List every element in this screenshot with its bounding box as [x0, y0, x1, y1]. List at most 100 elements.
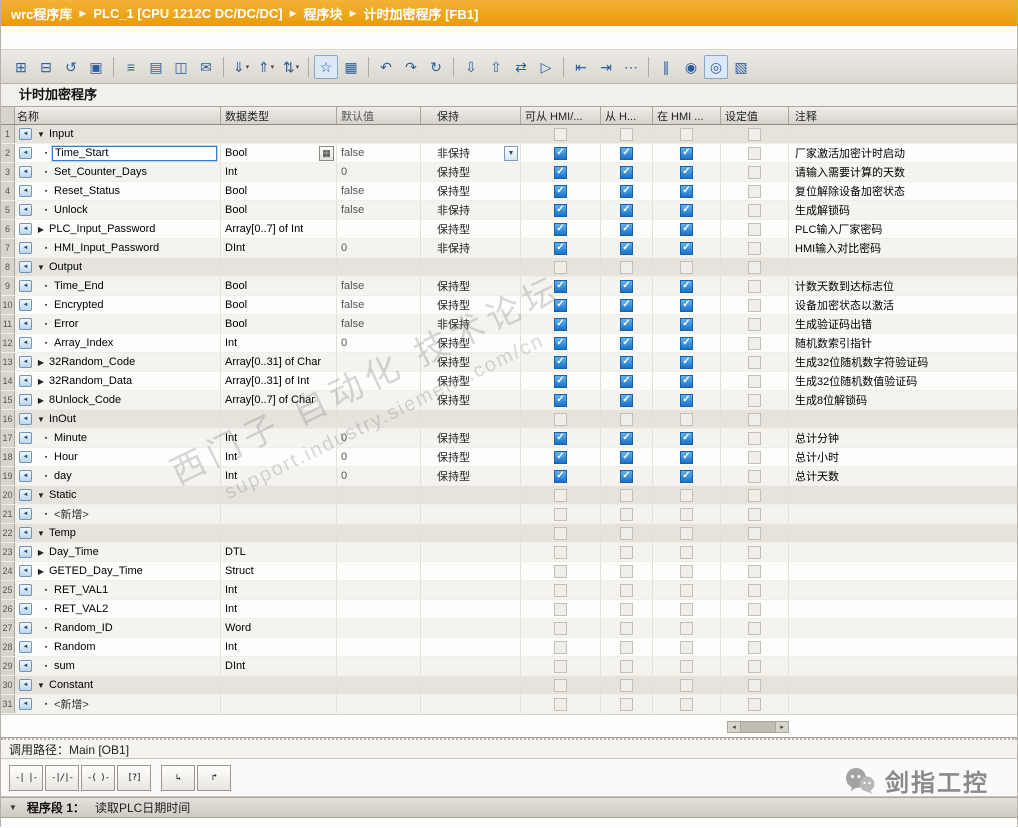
- table-row[interactable]: 18◄▪HourInt0保持型✓✓✓总计小时: [1, 448, 1017, 467]
- comment-cell[interactable]: [789, 676, 1017, 694]
- table-row[interactable]: 8◄▼Output: [1, 258, 1017, 277]
- column-header-setpoint[interactable]: 设定值: [721, 107, 789, 124]
- name-cell[interactable]: ◄▶GETED_Day_Time: [15, 562, 221, 580]
- comment-cell[interactable]: 总计天数: [789, 467, 1017, 485]
- sync-time-button[interactable]: ↻: [424, 55, 448, 79]
- retain-cell[interactable]: 保持型: [421, 353, 521, 371]
- comment-cell[interactable]: [789, 543, 1017, 561]
- variable-name[interactable]: 8Unlock_Code: [47, 394, 121, 406]
- variable-name[interactable]: Array_Index: [52, 337, 113, 349]
- data-type-cell[interactable]: DTL: [221, 543, 337, 561]
- retain-cell[interactable]: 保持型: [421, 182, 521, 200]
- default-value-cell[interactable]: [337, 391, 421, 409]
- retain-cell[interactable]: 非保持▼: [421, 144, 521, 162]
- data-type-cell[interactable]: Array[0..31] of Int: [221, 372, 337, 390]
- checkbox-hmi-writable[interactable]: ✓: [620, 337, 633, 350]
- retain-cell[interactable]: [421, 505, 521, 523]
- retain-cell[interactable]: 保持型: [421, 220, 521, 238]
- default-value-cell[interactable]: [337, 505, 421, 523]
- table-row[interactable]: 5◄▪UnlockBoolfalse非保持✓✓✓生成解锁码: [1, 201, 1017, 220]
- table-row[interactable]: 20◄▼Static: [1, 486, 1017, 505]
- expand-arrow-icon[interactable]: ▶: [35, 377, 47, 386]
- default-value-cell[interactable]: [337, 676, 421, 694]
- comment-cell[interactable]: [789, 562, 1017, 580]
- column-header-hmi-visible[interactable]: 在 HMI ...: [653, 107, 721, 124]
- retain-cell[interactable]: [421, 410, 521, 428]
- start-simulation-button[interactable]: ▷: [534, 55, 558, 79]
- data-type-cell[interactable]: DInt: [221, 239, 337, 257]
- go-to-previous-button[interactable]: ↶: [374, 55, 398, 79]
- variable-name[interactable]: Unlock: [52, 204, 88, 216]
- data-type-cell[interactable]: Int: [221, 581, 337, 599]
- data-type-cell[interactable]: [221, 505, 337, 523]
- name-cell[interactable]: ◄▶PLC_Input_Password: [15, 220, 221, 238]
- table-row[interactable]: 3◄▪Set_Counter_DaysInt0保持型✓✓✓请输入需要计算的天数: [1, 163, 1017, 182]
- breadcrumb-item-block[interactable]: 计时加密程序 [FB1]: [363, 4, 478, 23]
- collapse-arrow-icon[interactable]: ▼: [35, 415, 47, 424]
- table-row[interactable]: 28◄▪RandomInt: [1, 638, 1017, 657]
- reset-start-values-button[interactable]: ↺: [59, 55, 83, 79]
- variable-name[interactable]: InOut: [47, 413, 76, 425]
- checkbox-hmi-writable[interactable]: ✓: [620, 147, 633, 160]
- retain-cell[interactable]: 保持型: [421, 334, 521, 352]
- variable-name[interactable]: Error: [52, 318, 78, 330]
- checkbox-hmi-writable[interactable]: ✓: [620, 356, 633, 369]
- variable-name[interactable]: Static: [47, 489, 77, 501]
- pause-monitor-button[interactable]: ∥: [654, 55, 678, 79]
- default-value-cell[interactable]: [337, 562, 421, 580]
- data-type-cell[interactable]: [221, 125, 337, 143]
- comment-cell[interactable]: 生成验证码出错: [789, 315, 1017, 333]
- expand-arrow-icon[interactable]: ▶: [35, 396, 47, 405]
- name-cell[interactable]: ◄▪Array_Index: [15, 334, 221, 352]
- comment-cell[interactable]: 计数天数到达标志位: [789, 277, 1017, 295]
- data-type-cell[interactable]: [221, 258, 337, 276]
- checkbox-hmi-accessible[interactable]: ✓: [554, 318, 567, 331]
- checkbox-hmi-writable[interactable]: ✓: [620, 375, 633, 388]
- data-type-cell[interactable]: Array[0..7] of Int: [221, 220, 337, 238]
- checkbox-hmi-visible[interactable]: ✓: [680, 223, 693, 236]
- data-type-cell[interactable]: Bool: [221, 182, 337, 200]
- variable-name[interactable]: Time_End: [52, 280, 104, 292]
- comment-cell[interactable]: [789, 600, 1017, 618]
- default-value-cell[interactable]: [337, 543, 421, 561]
- checkbox-hmi-accessible[interactable]: ✓: [554, 223, 567, 236]
- table-row[interactable]: 7◄▪HMI_Input_PasswordDInt0非保持✓✓✓HMI输入对比密…: [1, 239, 1017, 258]
- column-header-comment[interactable]: 注释: [789, 107, 1017, 124]
- comment-cell[interactable]: [789, 695, 1017, 713]
- checkbox-hmi-visible[interactable]: ✓: [680, 185, 693, 198]
- retain-cell[interactable]: 非保持: [421, 239, 521, 257]
- retain-cell[interactable]: [421, 638, 521, 656]
- name-cell[interactable]: ◄▪RET_VAL1: [15, 581, 221, 599]
- collapse-network-icon[interactable]: ▼: [9, 803, 17, 812]
- lad-contact-nc-button[interactable]: -|/|-: [45, 765, 79, 791]
- checkbox-hmi-writable[interactable]: ✓: [620, 185, 633, 198]
- comment-cell[interactable]: 复位解除设备加密状态: [789, 182, 1017, 200]
- insert-row-button[interactable]: ⊞: [9, 55, 33, 79]
- retain-cell[interactable]: [421, 562, 521, 580]
- add-row-button[interactable]: ⊟: [34, 55, 58, 79]
- name-cell[interactable]: ◄▪Encrypted: [15, 296, 221, 314]
- default-value-cell[interactable]: [337, 125, 421, 143]
- name-cell[interactable]: ◄▶32Random_Data: [15, 372, 221, 390]
- data-type-cell[interactable]: Int: [221, 163, 337, 181]
- compare-online-offline-button[interactable]: ⇄: [509, 55, 533, 79]
- variable-name[interactable]: Reset_Status: [52, 185, 120, 197]
- table-row[interactable]: 23◄▶Day_TimeDTL: [1, 543, 1017, 562]
- checkbox-hmi-accessible[interactable]: ✓: [554, 185, 567, 198]
- data-type-cell[interactable]: [221, 486, 337, 504]
- name-cell[interactable]: ◄▪<新增>: [15, 695, 221, 713]
- table-row[interactable]: 4◄▪Reset_StatusBoolfalse保持型✓✓✓复位解除设备加密状态: [1, 182, 1017, 201]
- name-cell[interactable]: ◄▼InOut: [15, 410, 221, 428]
- checkbox-hmi-visible[interactable]: ✓: [680, 204, 693, 217]
- data-type-cell[interactable]: Word: [221, 619, 337, 637]
- retain-cell[interactable]: [421, 619, 521, 637]
- insert-favorite-button[interactable]: ▦: [339, 55, 363, 79]
- collapse-arrow-icon[interactable]: ▼: [35, 491, 47, 500]
- variable-name[interactable]: RET_VAL2: [52, 603, 108, 615]
- comment-cell[interactable]: [789, 581, 1017, 599]
- checkbox-hmi-accessible[interactable]: ✓: [554, 166, 567, 179]
- retain-cell[interactable]: [421, 581, 521, 599]
- comment-cell[interactable]: [789, 125, 1017, 143]
- retain-cell[interactable]: [421, 125, 521, 143]
- variable-name[interactable]: PLC_Input_Password: [47, 223, 155, 235]
